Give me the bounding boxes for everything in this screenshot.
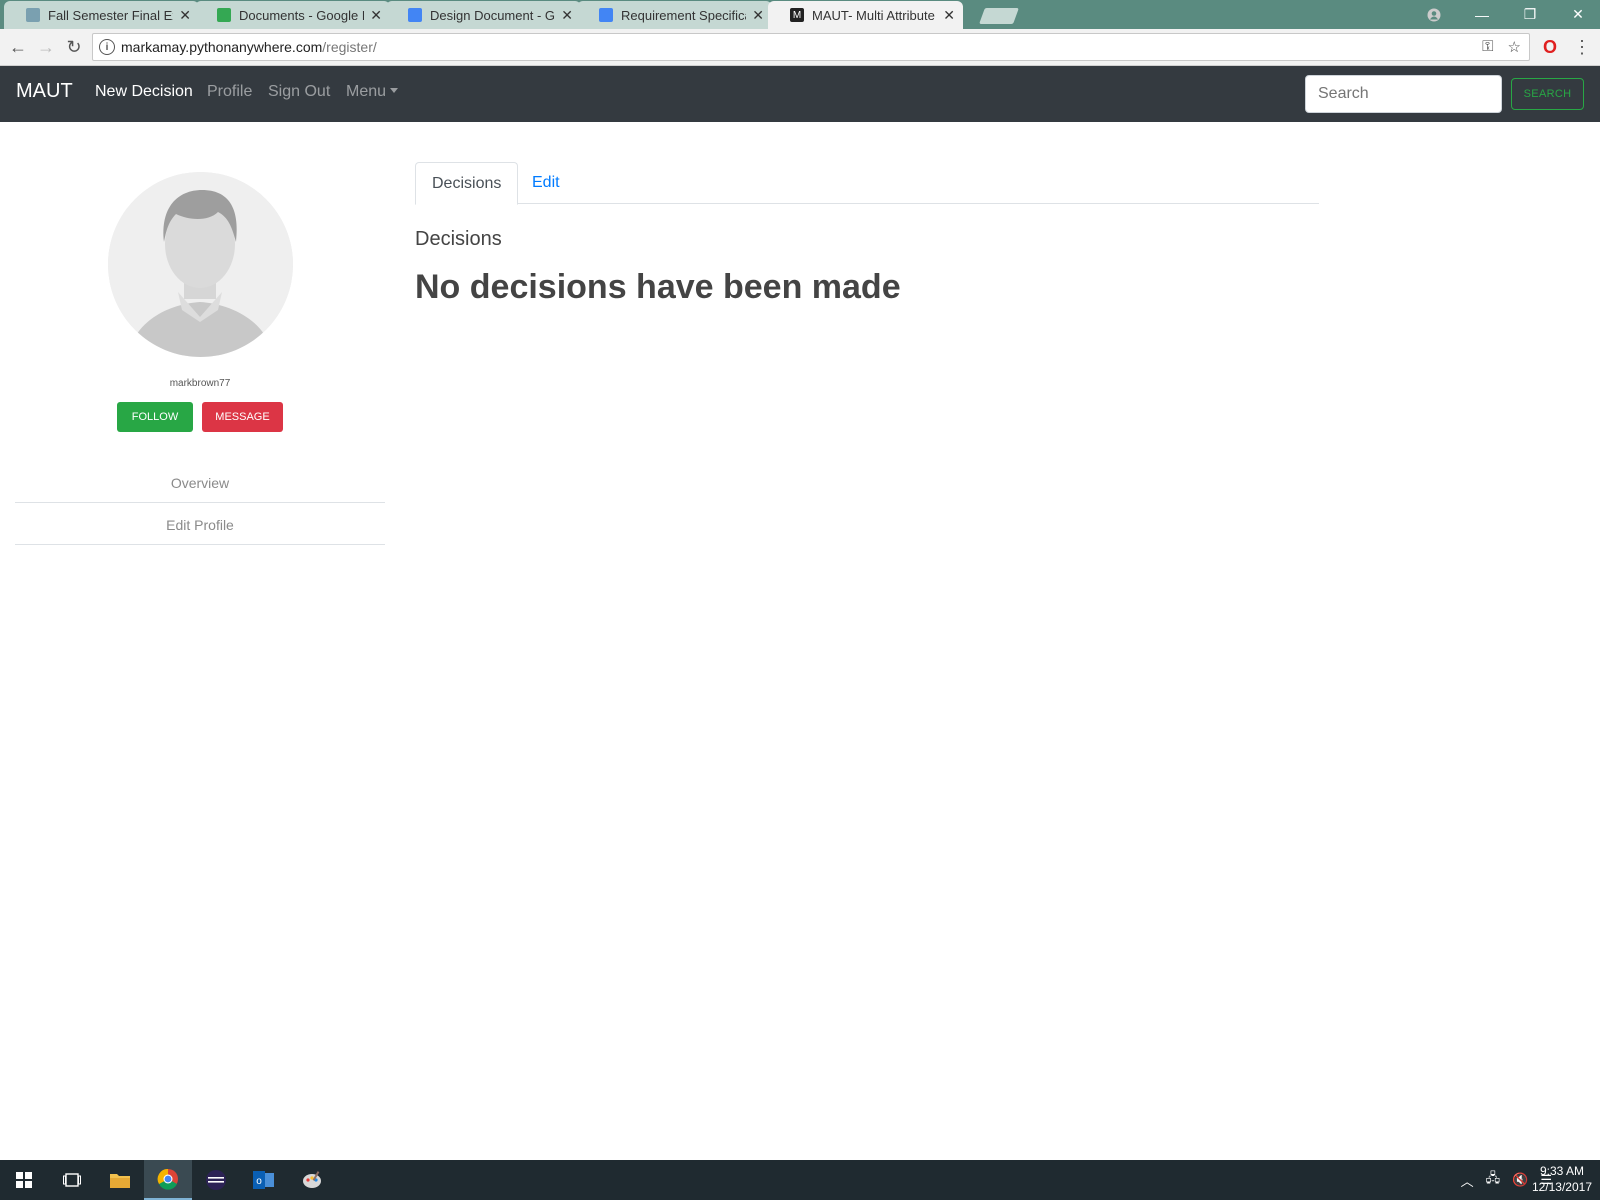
outlook-icon[interactable]: o — [240, 1160, 288, 1200]
task-view-icon[interactable] — [48, 1160, 96, 1200]
chrome-icon[interactable] — [144, 1160, 192, 1200]
tab-edit[interactable]: Edit — [516, 162, 576, 204]
follow-button[interactable]: FOLLOW — [117, 402, 193, 432]
forward-icon[interactable]: → — [34, 35, 58, 59]
tab-favicon-icon — [26, 8, 40, 22]
tab-title: Design Document - Goo — [430, 7, 555, 23]
close-icon[interactable]: ✕ — [943, 7, 955, 24]
brand-logo[interactable]: MAUT — [16, 80, 73, 103]
sidebar-item-overview[interactable]: Overview — [15, 463, 385, 503]
browser-tab-active[interactable]: M MAUT- Multi Attribute U ✕ — [768, 1, 963, 29]
eclipse-icon[interactable] — [192, 1160, 240, 1200]
browser-tab-strip: Fall Semester Final Exam ✕ Documents - G… — [0, 0, 1600, 29]
new-tab-button[interactable] — [979, 8, 1019, 24]
site-navbar: MAUT New Decision Profile Sign Out Menu … — [0, 66, 1600, 122]
empty-state-message: No decisions have been made — [415, 268, 901, 306]
paint-icon[interactable] — [288, 1160, 336, 1200]
close-icon[interactable]: ✕ — [370, 7, 382, 24]
reload-icon[interactable]: ↻ — [62, 35, 86, 59]
clock-date: 12/13/2017 — [1531, 1180, 1592, 1194]
google-docs-icon — [408, 8, 422, 22]
file-explorer-icon[interactable] — [96, 1160, 144, 1200]
close-icon[interactable]: ✕ — [752, 7, 764, 24]
section-title: Decisions — [415, 228, 502, 250]
message-button[interactable]: MESSAGE — [202, 402, 283, 432]
taskbar: o ︿ 🖧 🔇 ☰ 9:33 AM 12/13/2017 — [0, 1160, 1600, 1200]
restore-icon[interactable]: ❐ — [1508, 0, 1552, 29]
search-input[interactable] — [1305, 75, 1502, 113]
profile-tabs: Decisions Edit — [415, 162, 1319, 205]
nav-menu-dropdown[interactable]: Menu — [346, 83, 399, 101]
more-menu-icon[interactable]: ⋮ — [1570, 35, 1594, 59]
windows-start-icon[interactable] — [0, 1160, 48, 1200]
tab-title: MAUT- Multi Attribute U — [812, 7, 938, 23]
browser-tab[interactable]: Design Document - Goo ✕ — [386, 1, 581, 29]
network-icon[interactable]: 🖧 — [1486, 1169, 1501, 1191]
close-icon[interactable]: ✕ — [561, 7, 573, 24]
info-icon[interactable]: i — [99, 39, 115, 55]
browser-tab[interactable]: Requirement Specificatio ✕ — [577, 1, 772, 29]
close-window-icon[interactable]: ✕ — [1556, 0, 1600, 29]
tab-decisions[interactable]: Decisions — [415, 162, 519, 205]
svg-text:o: o — [256, 1176, 262, 1187]
close-icon[interactable]: ✕ — [179, 7, 191, 24]
minimize-icon[interactable]: — — [1460, 0, 1504, 29]
nav-new-decision[interactable]: New Decision — [95, 83, 193, 101]
tab-title: Documents - Google Dri — [239, 7, 364, 23]
google-drive-icon — [217, 8, 231, 22]
nav-sign-out[interactable]: Sign Out — [268, 83, 330, 101]
default-user-avatar-icon — [108, 172, 293, 357]
sidebar-item-edit-profile[interactable]: Edit Profile — [15, 505, 385, 545]
address-bar[interactable]: i markamay.pythonanywhere.com/register/ … — [92, 33, 1530, 61]
google-docs-icon — [599, 8, 613, 22]
browser-tab[interactable]: Documents - Google Dri ✕ — [195, 1, 390, 29]
nav-menu-label: Menu — [346, 83, 387, 100]
tab-title: Requirement Specificatio — [621, 7, 746, 23]
chevron-up-icon[interactable]: ︿ — [1461, 1171, 1474, 1190]
browser-tab[interactable]: Fall Semester Final Exam ✕ — [4, 1, 199, 29]
volume-muted-icon[interactable]: 🔇 — [1512, 1172, 1528, 1188]
url-path: /register/ — [322, 39, 377, 55]
tab-title: Fall Semester Final Exam — [48, 7, 173, 23]
profile-username: markbrown77 — [169, 378, 231, 389]
profile-icon[interactable] — [1412, 0, 1456, 29]
avatar — [108, 172, 293, 357]
url-host: markamay.pythonanywhere.com — [121, 39, 323, 55]
caret-down-icon — [390, 88, 399, 93]
nav-profile[interactable]: Profile — [207, 83, 252, 101]
maut-favicon-icon: M — [790, 8, 804, 22]
opera-icon[interactable]: O — [1538, 35, 1562, 59]
clock-time: 9:33 AM — [1539, 1164, 1584, 1178]
search-button[interactable]: SEARCH — [1511, 78, 1584, 110]
key-icon[interactable]: ⚿ — [1482, 38, 1493, 56]
star-icon[interactable]: ☆ — [1508, 38, 1521, 56]
clock[interactable]: 9:33 AM 12/13/2017 — [1532, 1163, 1592, 1195]
back-icon[interactable]: ← — [6, 35, 30, 59]
browser-toolbar: ← → ↻ i markamay.pythonanywhere.com/regi… — [0, 29, 1600, 66]
